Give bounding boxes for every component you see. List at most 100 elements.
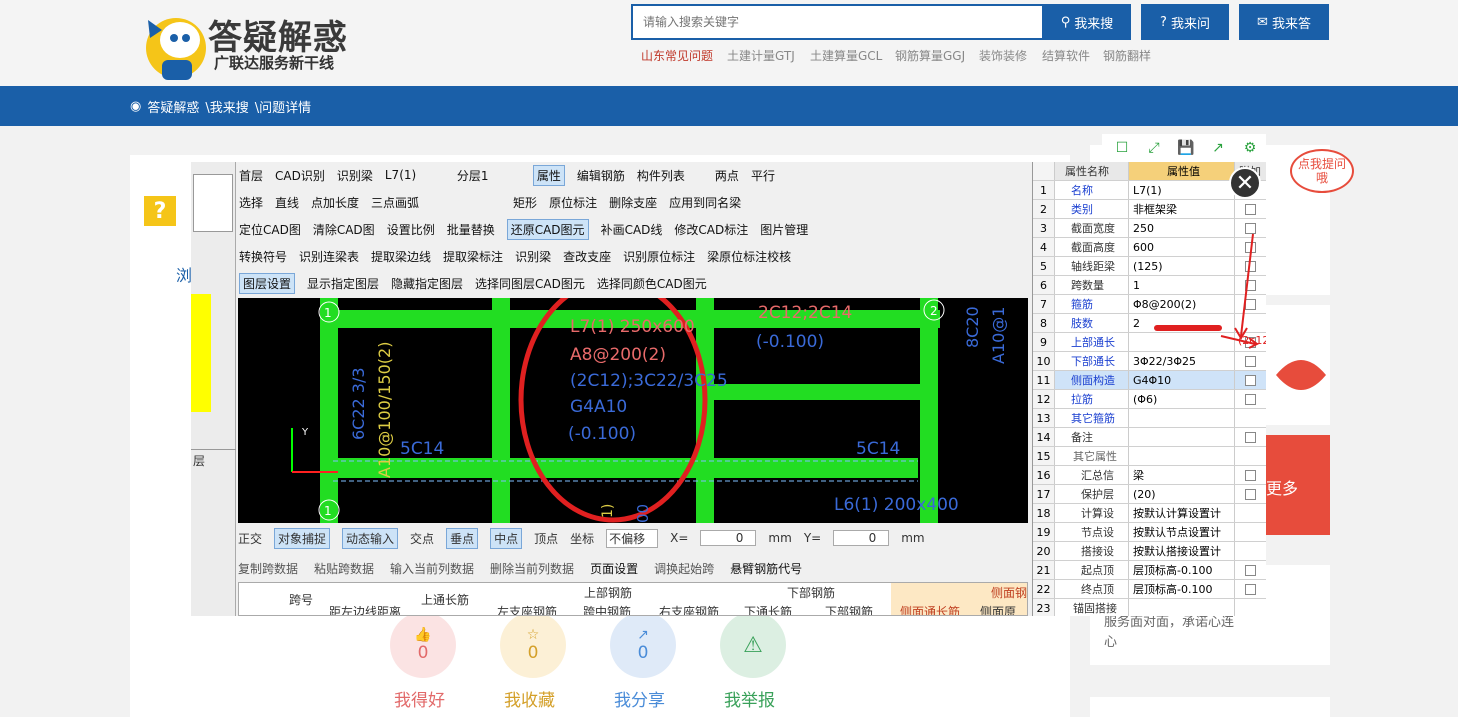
tool-identify-in-situ[interactable]: 识别原位标注 [623,248,695,265]
edit-rebar-button[interactable]: 编辑钢筋 [577,167,625,184]
hot-link[interactable]: 土建算量GCL [810,47,882,64]
property-value[interactable] [1129,409,1235,427]
floor-select[interactable]: 首层 [239,167,263,184]
parallel-button[interactable]: 平行 [751,167,775,184]
tool-apply-same[interactable]: 应用到同名梁 [669,194,741,211]
settings-icon[interactable]: ⚙ [1238,138,1262,158]
coord-toggle[interactable]: 坐标 [570,530,594,547]
property-row[interactable]: 20 搭接设 按默认搭接设置计 [1033,542,1266,561]
offset-select[interactable]: 不偏移 [606,528,659,548]
add-checkbox[interactable] [1244,564,1256,576]
property-value[interactable]: G4Φ10 [1129,371,1235,389]
save-icon[interactable]: 💾 [1174,138,1198,158]
tool-select[interactable]: 选择 [239,194,263,211]
tool-restore-cad[interactable]: 还原CAD图元 [506,218,589,240]
hot-link[interactable]: 装饰装修 [979,47,1027,64]
dynamic-input-toggle[interactable]: 动态输入 [342,527,399,549]
tool-extract-beam-label[interactable]: 提取梁标注 [443,248,503,265]
add-checkbox[interactable] [1244,203,1256,215]
tool-hide-layer[interactable]: 隐藏指定图层 [391,275,463,292]
property-row[interactable]: 22 终点顶 层顶标高-0.100 [1033,580,1266,599]
tool-identify-beam[interactable]: 识别梁 [515,248,551,265]
snap-toggle[interactable]: 对象捕捉 [274,527,331,549]
tool-point-length[interactable]: 点加长度 [311,194,359,211]
tool-in-situ[interactable]: 原位标注 [549,194,597,211]
property-row[interactable]: 15 其它属性 [1033,447,1266,466]
perp-toggle[interactable]: 垂点 [446,527,479,549]
tool-verify-in-situ[interactable]: 梁原位标注校核 [707,248,791,265]
property-row[interactable]: 18 计算设 按默认计算设置计 [1033,504,1266,523]
property-row[interactable]: 11 侧面构造 G4Φ10 [1033,371,1266,390]
property-value[interactable]: (Φ6) [1129,390,1235,408]
ortho-toggle[interactable]: 正交 [238,530,262,547]
property-value[interactable]: L7(1) [1129,181,1235,199]
copy-span-button[interactable]: 复制跨数据 [238,560,298,577]
delete-column-button[interactable]: 删除当前列数据 [490,560,574,577]
tool-three-point-arc[interactable]: 三点画弧 [371,194,501,211]
property-row[interactable]: 21 起点顶 层顶标高-0.100 [1033,561,1266,580]
share-stat[interactable]: ↗ 0 [610,612,676,678]
add-checkbox[interactable] [1244,488,1256,500]
mid-toggle[interactable]: 中点 [490,527,523,549]
close-icon[interactable]: ✕ [1229,167,1261,199]
tool-check-support[interactable]: 查改支座 [563,248,611,265]
property-value[interactable]: 层顶标高-0.100 [1129,561,1235,579]
vertex-toggle[interactable]: 顶点 [534,530,558,547]
cantilever-code-button[interactable]: 悬臂钢筋代号 [730,560,802,577]
fit-icon[interactable]: ☐ [1110,138,1134,158]
add-checkbox[interactable] [1244,469,1256,481]
property-value[interactable] [1129,428,1235,446]
property-value[interactable]: 按默认节点设置计 [1129,523,1235,541]
add-checkbox[interactable] [1244,393,1256,405]
open-external-icon[interactable]: ↗ [1206,138,1230,158]
tool-select-same-color[interactable]: 选择同颜色CAD图元 [597,275,707,292]
tool-draw-cad-line[interactable]: 补画CAD线 [601,221,663,238]
tool-edit-cad-label[interactable]: 修改CAD标注 [674,221,748,238]
property-value[interactable] [1129,599,1235,616]
property-row[interactable]: 10 下部通长 3Φ22/3Φ25 [1033,352,1266,371]
property-value[interactable]: 按默认计算设置计 [1129,504,1235,522]
mode-select[interactable]: CAD识别 [275,167,325,184]
report-stat[interactable]: ⚠ [720,612,786,678]
add-checkbox[interactable] [1244,355,1256,367]
tool-convert-symbol[interactable]: 转换符号 [239,248,287,265]
hot-link[interactable]: 山东常见问题 [641,47,713,64]
tool-extract-beam-edge[interactable]: 提取梁边线 [371,248,431,265]
property-row[interactable]: 16 汇总信梁 [1033,466,1266,485]
tool-select-same-layer[interactable]: 选择同图层CAD图元 [475,275,585,292]
intersect-toggle[interactable]: 交点 [410,530,434,547]
property-row[interactable]: 23 锚固搭接 [1033,599,1266,616]
property-row[interactable]: 17 保护层 (20) [1033,485,1266,504]
hot-link[interactable]: 钢筋算量GGJ [895,47,965,64]
property-value[interactable]: 3Φ22/3Φ25 [1129,352,1235,370]
property-value[interactable] [1129,447,1235,465]
tool-identify-beam-table[interactable]: 识别连梁表 [299,248,359,265]
answer-button[interactable]: ✉ 我来答 [1239,4,1329,40]
hot-link[interactable]: 钢筋翻样 [1103,47,1151,64]
attr-button[interactable]: 属性 [532,164,565,186]
x-input[interactable]: 0 [700,530,757,546]
paste-span-button[interactable]: 粘贴跨数据 [314,560,374,577]
tool-clear-cad[interactable]: 清除CAD图 [313,221,375,238]
property-row[interactable]: 2 类别 非框架梁 [1033,200,1266,219]
beam-select[interactable]: L7(1) [385,168,445,182]
property-value[interactable]: 梁 [1129,466,1235,484]
component-select[interactable]: 识别梁 [337,167,373,184]
more-label[interactable]: 更多 [1266,475,1298,499]
hot-link[interactable]: 结算软件 [1042,47,1090,64]
tool-image-manage[interactable]: 图片管理 [760,221,808,238]
breadcrumb-link[interactable]: \我来搜 [205,97,248,116]
property-row[interactable]: 14 备注 [1033,428,1266,447]
property-value[interactable]: (20) [1129,485,1235,503]
tool-delete-support[interactable]: 删除支座 [609,194,657,211]
property-row[interactable]: 19 节点设 按默认节点设置计 [1033,523,1266,542]
ask-button[interactable]: ? 我来问 [1141,4,1229,40]
property-value[interactable]: 非框架梁 [1129,200,1235,218]
tool-rect[interactable]: 矩形 [513,194,537,211]
property-row[interactable]: 12 拉筋 (Φ6) [1033,390,1266,409]
tool-line[interactable]: 直线 [275,194,299,211]
layer-select[interactable]: 分层1 [457,167,521,184]
breadcrumb-link[interactable]: \问题详情 [255,97,311,116]
cad-drawing-canvas[interactable]: 1 2 1 L7(1) 250x600 A8@200(2) (2C12);3C2… [238,298,1028,523]
add-checkbox[interactable] [1244,374,1256,386]
